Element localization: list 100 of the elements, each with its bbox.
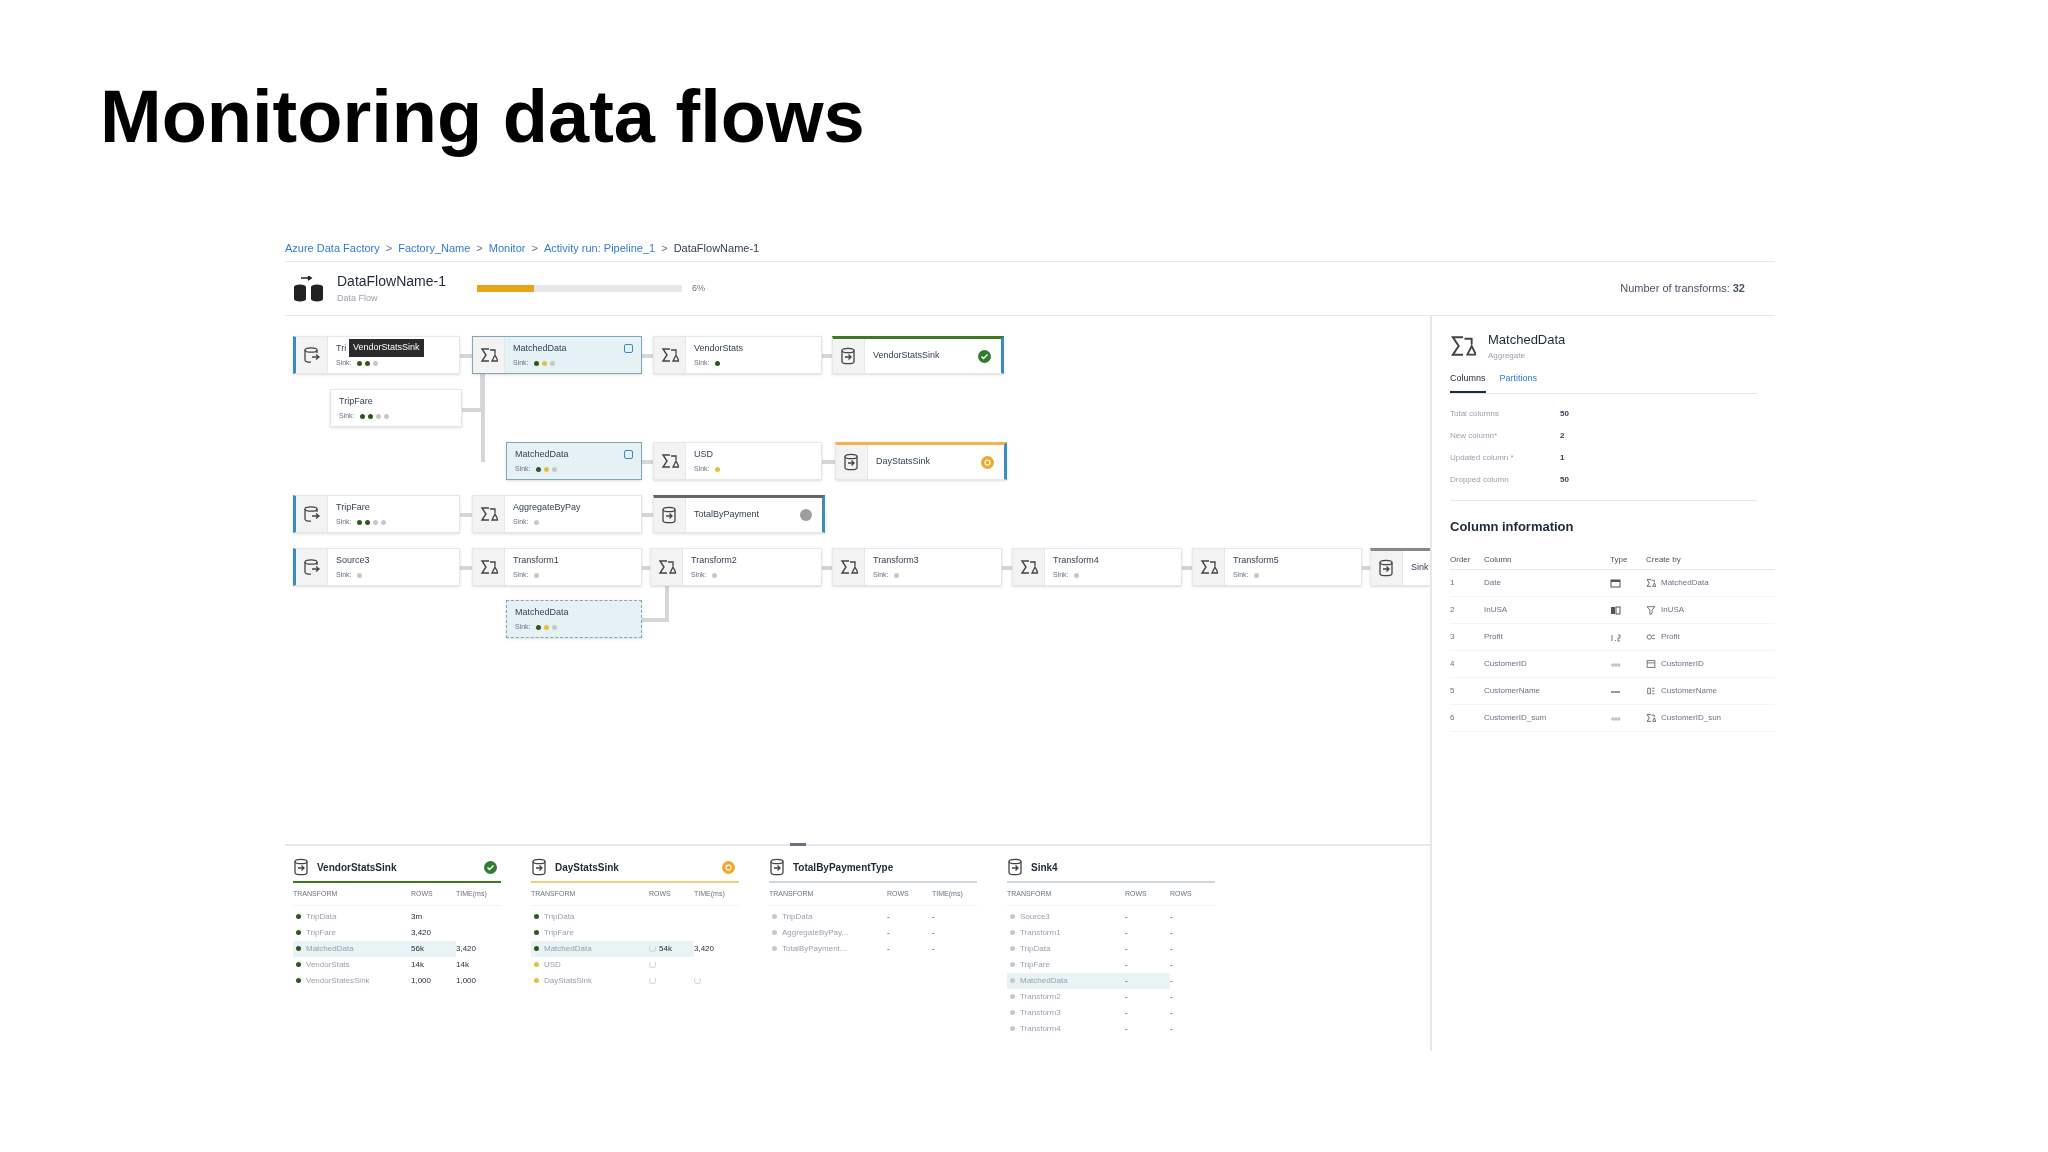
progress-percent: 6% [692,281,705,295]
column-header: Column [1484,550,1610,570]
sink-node[interactable]: TotalByPayment [653,495,825,533]
transform-name: Transform3 [1020,1006,1061,1019]
node-name: Sink [1411,561,1429,575]
table-cell: - [1125,974,1128,987]
table-cell: 56k [411,942,424,955]
column-header: Order [1450,550,1484,570]
table-cell: 6 [1450,705,1484,732]
table-cell: - [1170,1006,1173,1019]
transform-name: MatchedData [1020,974,1068,987]
node-name: Source3 [336,553,370,567]
database-import-icon [769,858,787,876]
table-cell: MatchedData [1661,577,1709,589]
aggregate-icon [479,505,498,523]
column-header: Type [1610,550,1646,570]
node-name: MatchedData [515,447,569,461]
table-cell: 1 [1450,570,1484,597]
tooltip: VendorStatsSink [349,339,424,357]
stat-value: 2 [1560,430,1565,442]
table-cell: - [932,926,935,939]
breadcrumb-link[interactable]: Azure Data Factory [285,240,380,257]
breadcrumb-separator: > [476,241,483,257]
node-name: TotalByPayment [694,508,760,522]
database-export-icon [302,346,321,364]
table-cell: - [1125,1006,1128,1019]
table-cell: - [1125,958,1128,971]
database-import-icon [839,347,858,365]
table-cell: 3,420 [411,926,432,939]
table-cell: 1,000 [411,974,432,987]
select-icon [1646,686,1656,696]
stat-value: 50 [1560,408,1569,420]
table-cell: - [1170,1022,1173,1035]
breadcrumb-separator: > [531,241,538,257]
database-import-icon [1007,858,1025,876]
section-heading: Column information [1450,518,1574,536]
table-cell: 5 [1450,678,1484,705]
breadcrumb-link[interactable]: Monitor [488,240,526,257]
table-cell: - [887,926,890,939]
table-cell: - [1125,926,1128,939]
tab[interactable]: Partitions [1499,371,1538,393]
database-import-icon [293,858,311,876]
node-name: VendorStatsSink [873,349,940,363]
table-cell: CustomerID [1661,658,1704,670]
table-cell: - [932,942,935,955]
breadcrumb-link[interactable]: Activity run: Pipeline_1 [543,240,656,257]
database-import-icon [660,506,679,524]
table-cell: 54k [659,942,672,955]
table-cell: Profit [1484,624,1610,651]
table-cell: Profit [1661,631,1680,643]
breadcrumb-link[interactable]: Factory_Name [398,240,471,257]
transform-name: Transform1 [1020,926,1061,939]
stat-value: 1 [1560,452,1565,464]
column-header: Create by [1646,550,1775,570]
aggregate-icon [1199,558,1218,576]
table-cell: 3m [411,910,423,923]
table-cell: CustomerID_sun [1661,712,1722,724]
aggregate-icon [839,558,858,576]
sink-node[interactable]: VendorStatsSink [832,336,1004,374]
database-export-icon [302,505,321,523]
node-name: TripFare [339,394,373,408]
table-cell: 3,420 [694,942,715,955]
transform-name: Transform2 [1020,990,1061,1003]
table-cell: - [1170,974,1173,987]
aggregate-icon [479,346,498,364]
table-cell: - [1170,990,1173,1003]
node-name: Tri [336,341,347,355]
aggregate-icon [1646,713,1656,723]
node-name: Transform1 [513,553,559,567]
node-name: Transform2 [691,553,737,567]
decimal-type-icon [1610,631,1621,643]
transform-name: TripFare [1020,958,1050,971]
table-cell: - [1170,926,1173,939]
table-cell: 3 [1450,624,1484,651]
aggregate-icon [1646,578,1656,588]
node-name: VendorStats [694,341,744,355]
resize-handle[interactable] [790,843,806,846]
dataflow-type: Data Flow [337,292,379,306]
transform-name: DayStatsSink [544,974,593,987]
table-cell: 14k [411,958,424,971]
table-cell: 1,000 [456,974,477,987]
table-cell: CustomerName [1661,685,1717,697]
sink-node[interactable]: DayStatsSink [835,442,1007,480]
sink-node[interactable]: Sink [1370,548,1430,586]
transform-name: TripData [544,910,575,923]
table-cell: InUSA [1484,597,1610,624]
table-icon [1646,659,1656,669]
table-cell: - [1170,942,1173,955]
node-name: Transform4 [1053,553,1099,567]
transform-name: TripFare [306,926,336,939]
aggregate-icon [660,346,679,364]
transform-name: Transform4 [1020,1022,1061,1035]
table-cell: 4 [1450,651,1484,678]
table-cell: InUSA [1661,604,1685,616]
tab[interactable]: Columns [1450,371,1486,393]
table-cell: 3,420 [456,942,477,955]
table-cell: CustomerID [1484,651,1610,678]
stat-label: Updated column * [1450,452,1515,464]
transform-name: USD [544,958,561,971]
table-cell: - [1170,958,1173,971]
